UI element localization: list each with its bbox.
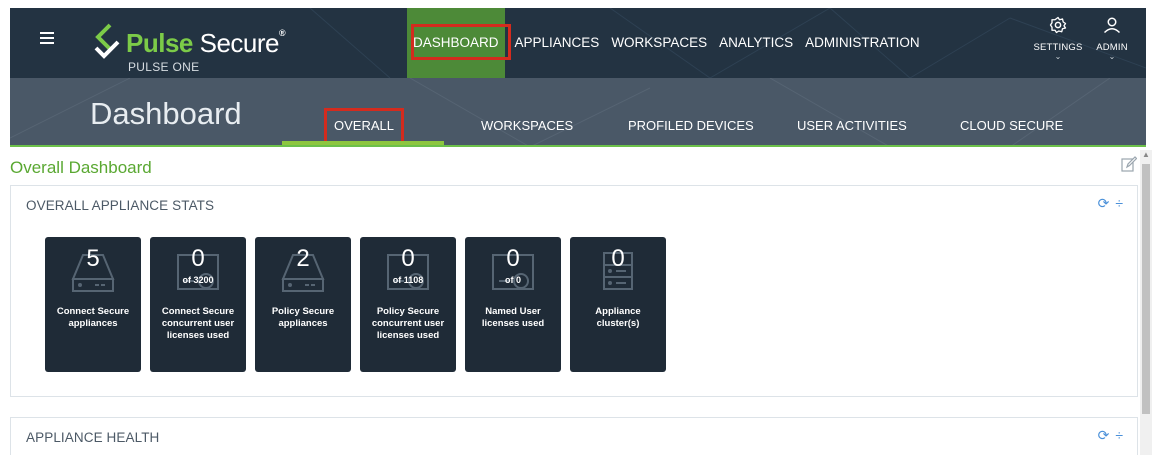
settings-menu[interactable]: SETTINGS ⌄ bbox=[1032, 16, 1084, 61]
stat-label: Named User licenses used bbox=[481, 306, 545, 329]
nav-appliances[interactable]: APPLIANCES bbox=[509, 8, 606, 78]
tab-cloud-secure[interactable]: CLOUD SECURE bbox=[960, 118, 1063, 133]
edit-icon[interactable] bbox=[1121, 156, 1137, 172]
stat-card-policy-secure-appliances[interactable]: 2 Policy Secure appliances bbox=[255, 237, 351, 372]
stat-subvalue: of 0 bbox=[504, 275, 521, 285]
stats-cards: 5 Connect Secure appliances 0 of 3200 Co… bbox=[45, 237, 666, 372]
nav-administration[interactable]: ADMINISTRATION bbox=[799, 8, 926, 78]
stat-value: 0 bbox=[611, 245, 625, 272]
refresh-icon[interactable]: ⟳ bbox=[1098, 427, 1110, 444]
top-navigation-bar: Pulse Secure® PULSE ONE DASHBOARD APPLIA… bbox=[10, 8, 1146, 78]
tab-profiled-devices[interactable]: PROFILED DEVICES bbox=[628, 118, 754, 133]
scrollbar-thumb[interactable] bbox=[1142, 164, 1150, 414]
highlight-box bbox=[411, 24, 511, 60]
page-title: Dashboard bbox=[90, 96, 242, 131]
chevron-down-icon: ⌄ bbox=[1054, 52, 1062, 61]
admin-menu[interactable]: ADMIN ⌄ bbox=[1091, 16, 1133, 61]
tab-user-activities[interactable]: USER ACTIVITIES bbox=[797, 118, 907, 133]
stat-subvalue: of 3200 bbox=[182, 275, 214, 285]
main-navigation: DASHBOARD APPLIANCES WORKSPACES ANALYTIC… bbox=[407, 8, 926, 78]
stat-label: Connect Secure concurrent user licenses … bbox=[161, 306, 235, 341]
collapse-icon[interactable]: ÷ bbox=[1115, 195, 1123, 212]
active-tab-indicator bbox=[282, 141, 444, 145]
stat-card-appliance-clusters[interactable]: 0 Appliance cluster(s) bbox=[570, 237, 666, 372]
gear-icon bbox=[1049, 16, 1067, 34]
pulse-logo-mark-icon bbox=[94, 23, 120, 59]
stat-label: Policy Secure concurrent user licenses u… bbox=[371, 306, 445, 341]
collapse-icon[interactable]: ÷ bbox=[1115, 427, 1123, 444]
stat-card-policy-secure-licenses[interactable]: 0 of 1108 Policy Secure concurrent user … bbox=[360, 237, 456, 372]
menu-icon[interactable] bbox=[40, 32, 56, 46]
pulse-secure-logo[interactable]: Pulse Secure® PULSE ONE bbox=[92, 20, 292, 74]
stat-label: Policy Secure appliances bbox=[271, 306, 335, 329]
tab-workspaces[interactable]: WORKSPACES bbox=[481, 118, 573, 133]
brand-name: Pulse Secure® bbox=[126, 28, 286, 58]
panel-controls: ⟳ ÷ bbox=[1098, 195, 1123, 212]
appliance-health-panel: APPLIANCE HEALTH ⟳ ÷ bbox=[10, 417, 1138, 455]
panel-controls: ⟳ ÷ bbox=[1098, 427, 1123, 444]
refresh-icon[interactable]: ⟳ bbox=[1098, 195, 1110, 212]
vertical-scrollbar[interactable]: ▲ bbox=[1140, 150, 1152, 455]
appliance-stats-panel: OVERALL APPLIANCE STATS ⟳ ÷ 5 Connect Se… bbox=[10, 185, 1138, 397]
nav-dashboard[interactable]: DASHBOARD bbox=[407, 8, 511, 78]
stat-value: 0 bbox=[401, 245, 415, 272]
header-divider bbox=[10, 145, 1146, 147]
tab-overall[interactable]: OVERALL bbox=[324, 108, 404, 146]
stat-card-connect-secure-licenses[interactable]: 0 of 3200 Connect Secure concurrent user… bbox=[150, 237, 246, 372]
stat-card-named-user-licenses[interactable]: 0 of 0 Named User licenses used bbox=[465, 237, 561, 372]
stat-subvalue: of 1108 bbox=[392, 275, 424, 285]
panel-title: OVERALL APPLIANCE STATS bbox=[26, 198, 215, 213]
page-header: Dashboard OVERALL WORKSPACES PROFILED DE… bbox=[10, 78, 1146, 147]
stat-value: 2 bbox=[296, 245, 310, 272]
product-name: PULSE ONE bbox=[128, 60, 200, 74]
dashboard-heading: Overall Dashboard bbox=[10, 158, 152, 177]
panel-title: APPLIANCE HEALTH bbox=[26, 430, 160, 445]
chevron-down-icon: ⌄ bbox=[1108, 52, 1116, 61]
stat-label: Appliance cluster(s) bbox=[595, 306, 641, 329]
stat-label: Connect Secure appliances bbox=[56, 306, 130, 329]
scroll-up-icon[interactable]: ▲ bbox=[1142, 150, 1150, 159]
nav-workspaces[interactable]: WORKSPACES bbox=[605, 8, 713, 78]
stat-value: 5 bbox=[86, 245, 100, 272]
stat-value: 0 bbox=[506, 245, 520, 272]
user-icon bbox=[1103, 17, 1121, 34]
nav-analytics[interactable]: ANALYTICS bbox=[713, 8, 799, 78]
stat-value: 0 bbox=[191, 245, 205, 272]
stat-card-connect-secure-appliances[interactable]: 5 Connect Secure appliances bbox=[45, 237, 141, 372]
